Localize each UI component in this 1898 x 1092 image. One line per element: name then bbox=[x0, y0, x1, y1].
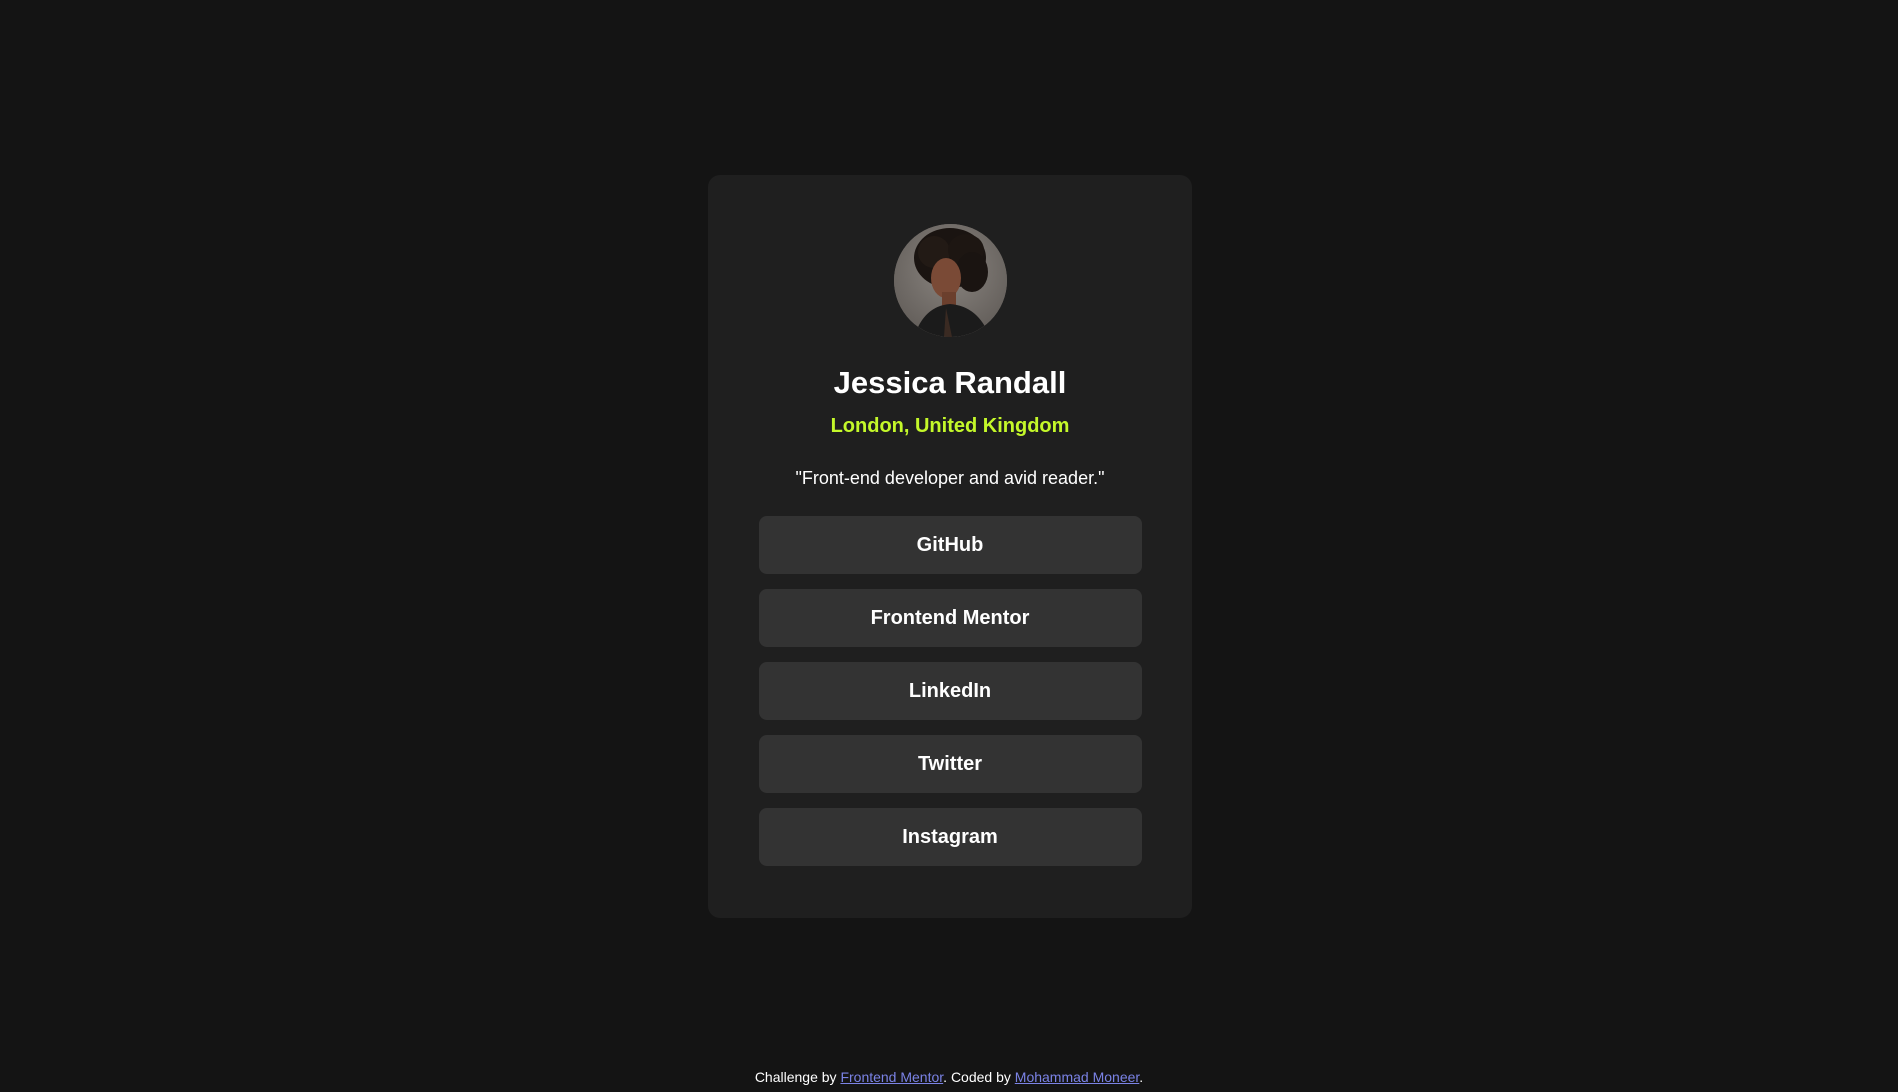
attribution-suffix: . bbox=[1139, 1069, 1144, 1085]
avatar-portrait bbox=[893, 224, 1007, 337]
challenge-link[interactable]: Frontend Mentor bbox=[840, 1069, 943, 1085]
profile-bio: "Front-end developer and avid reader." bbox=[795, 468, 1105, 488]
instagram-link-button[interactable]: Instagram bbox=[758, 808, 1142, 866]
twitter-link-button[interactable]: Twitter bbox=[758, 735, 1142, 793]
profile-location: London, United Kingdom bbox=[830, 415, 1070, 437]
attribution-prefix: Challenge by bbox=[754, 1069, 841, 1085]
author-link[interactable]: Mohammad Moneer bbox=[1015, 1069, 1140, 1085]
attribution: Challenge by Frontend Mentor. Coded by M… bbox=[0, 1067, 1898, 1087]
attribution-middle: . Coded by bbox=[943, 1069, 1015, 1085]
profile-name: Jessica Randall bbox=[833, 365, 1067, 400]
github-link-button[interactable]: GitHub bbox=[758, 516, 1142, 574]
linkedin-link-button[interactable]: LinkedIn bbox=[758, 662, 1142, 720]
social-links: GitHub Frontend Mentor LinkedIn Twitter … bbox=[758, 516, 1142, 866]
avatar bbox=[893, 224, 1007, 337]
profile-card: Jessica Randall London, United Kingdom "… bbox=[708, 175, 1192, 918]
frontend-mentor-link-button[interactable]: Frontend Mentor bbox=[758, 589, 1142, 647]
